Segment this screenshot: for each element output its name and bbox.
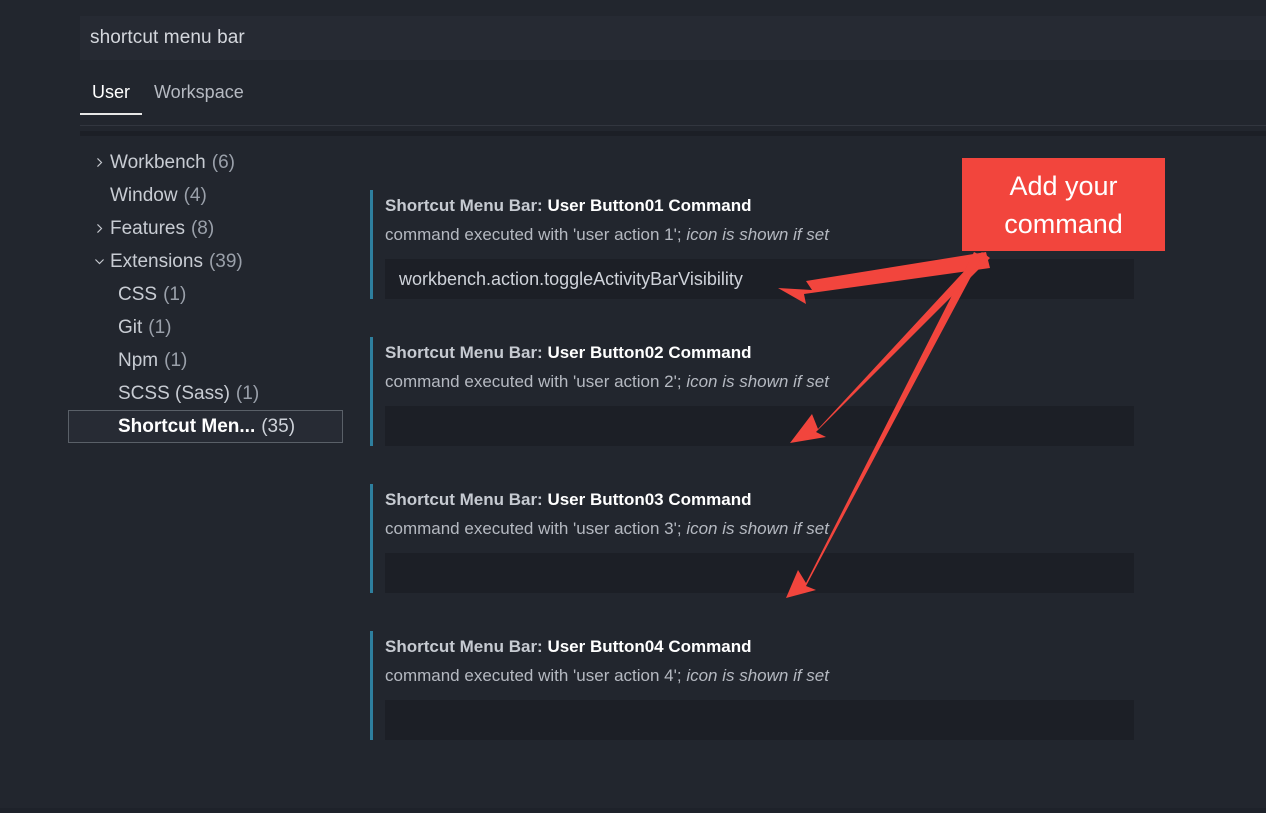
setting-description-emphasis: icon is shown if set [686,519,829,538]
modified-indicator [370,631,373,740]
tab-user[interactable]: User [80,81,143,115]
sidebar-item-count: (39) [208,250,243,272]
sidebar-item-shortcut-menu-bar[interactable]: Shortcut Men... (35) [68,410,343,443]
sidebar-item-label: Git [118,316,143,338]
setting-value-text: workbench.action.toggleActivityBarVisibi… [399,268,743,289]
sidebar-item-label: Shortcut Men... [118,415,256,437]
settings-toc-tree: Workbench (6) Window (4) Features (8) Ex… [68,146,343,443]
sidebar-item-count: (1) [235,382,260,404]
sidebar-item-label: Workbench [110,151,206,173]
sidebar-item-git[interactable]: Git (1) [68,311,343,344]
modified-indicator [370,190,373,299]
setting-title: Shortcut Menu Bar: User Button04 Command [385,627,1160,659]
setting-key: User Button04 Command [547,637,752,656]
setting-description: command executed with 'user action 3'; i… [385,516,1160,542]
sidebar-item-label: Features [110,217,185,239]
tab-user-label: User [92,81,131,102]
setting-row-user-button02: Shortcut Menu Bar: User Button02 Command… [370,333,1160,456]
chevron-down-icon[interactable] [88,255,110,268]
setting-description-plain: command executed with 'user action 2'; [385,372,687,391]
setting-title: Shortcut Menu Bar: User Button01 Command [385,186,1160,218]
setting-description: command executed with 'user action 2'; i… [385,369,1160,395]
settings-scope-tabs: User Workspace [80,76,256,120]
modified-indicator [370,484,373,593]
sidebar-item-count: (35) [261,415,296,437]
setting-category: Shortcut Menu Bar: [385,637,548,656]
sidebar-item-label: SCSS (Sass) [118,382,230,404]
chevron-right-icon[interactable] [88,156,110,169]
sidebar-item-count: (8) [190,217,215,239]
search-input[interactable]: shortcut menu bar [80,16,1266,60]
settings-list: Shortcut Menu Bar: User Button01 Command… [370,186,1160,774]
tab-workspace-label: Workspace [154,81,244,102]
sidebar-item-label: CSS [118,283,158,305]
setting-description-plain: command executed with 'user action 3'; [385,519,687,538]
toc-shadow-divider [80,131,1266,136]
sidebar-item-workbench[interactable]: Workbench (6) [68,146,343,179]
sidebar-item-label: Extensions [110,250,203,272]
sidebar-item-window[interactable]: Window (4) [68,179,343,212]
sidebar-item-count: (4) [183,184,207,206]
setting-row-user-button01: Shortcut Menu Bar: User Button01 Command… [370,186,1160,309]
setting-title: Shortcut Menu Bar: User Button03 Command [385,480,1160,512]
setting-key: User Button03 Command [547,490,752,509]
setting-key: User Button01 Command [547,196,752,215]
sidebar-item-scss[interactable]: SCSS (Sass) (1) [68,377,343,410]
setting-description-emphasis: icon is shown if set [686,372,829,391]
sidebar-item-features[interactable]: Features (8) [68,212,343,245]
setting-description-plain: command executed with 'user action 4'; [385,666,687,685]
setting-row-user-button03: Shortcut Menu Bar: User Button03 Command… [370,480,1160,603]
sidebar-item-count: (1) [164,349,188,371]
tabs-divider [80,125,1266,126]
sidebar-item-label: Window [110,184,178,206]
sidebar-item-css[interactable]: CSS (1) [68,278,343,311]
setting-description-emphasis: icon is shown if set [686,666,829,685]
setting-description-emphasis: icon is shown if set [686,225,829,244]
search-input-value: shortcut menu bar [90,27,245,48]
setting-description: command executed with 'user action 1'; i… [385,222,1160,248]
chevron-right-icon[interactable] [88,222,110,235]
setting-description: command executed with 'user action 4'; i… [385,663,1160,689]
sidebar-item-count: (6) [211,151,235,173]
sidebar-item-npm[interactable]: Npm (1) [68,344,343,377]
sidebar-item-extensions[interactable]: Extensions (39) [68,245,343,278]
setting-row-user-button04: Shortcut Menu Bar: User Button04 Command… [370,627,1160,750]
modified-indicator [370,337,373,446]
sidebar-item-count: (1) [163,283,187,305]
setting-category: Shortcut Menu Bar: [385,196,548,215]
setting-value-input[interactable] [385,406,1134,446]
tab-workspace[interactable]: Workspace [142,82,256,115]
setting-description-plain: command executed with 'user action 1'; [385,225,687,244]
sidebar-item-label: Npm [118,349,159,371]
setting-value-input[interactable] [385,700,1134,740]
settings-editor: shortcut menu bar User Workspace Workben… [0,0,1266,808]
sidebar-item-count: (1) [148,316,172,338]
setting-value-input[interactable]: workbench.action.toggleActivityBarVisibi… [385,259,1134,299]
setting-category: Shortcut Menu Bar: [385,343,548,362]
setting-title: Shortcut Menu Bar: User Button02 Command [385,333,1160,365]
setting-key: User Button02 Command [547,343,752,362]
setting-category: Shortcut Menu Bar: [385,490,548,509]
setting-value-input[interactable] [385,553,1134,593]
